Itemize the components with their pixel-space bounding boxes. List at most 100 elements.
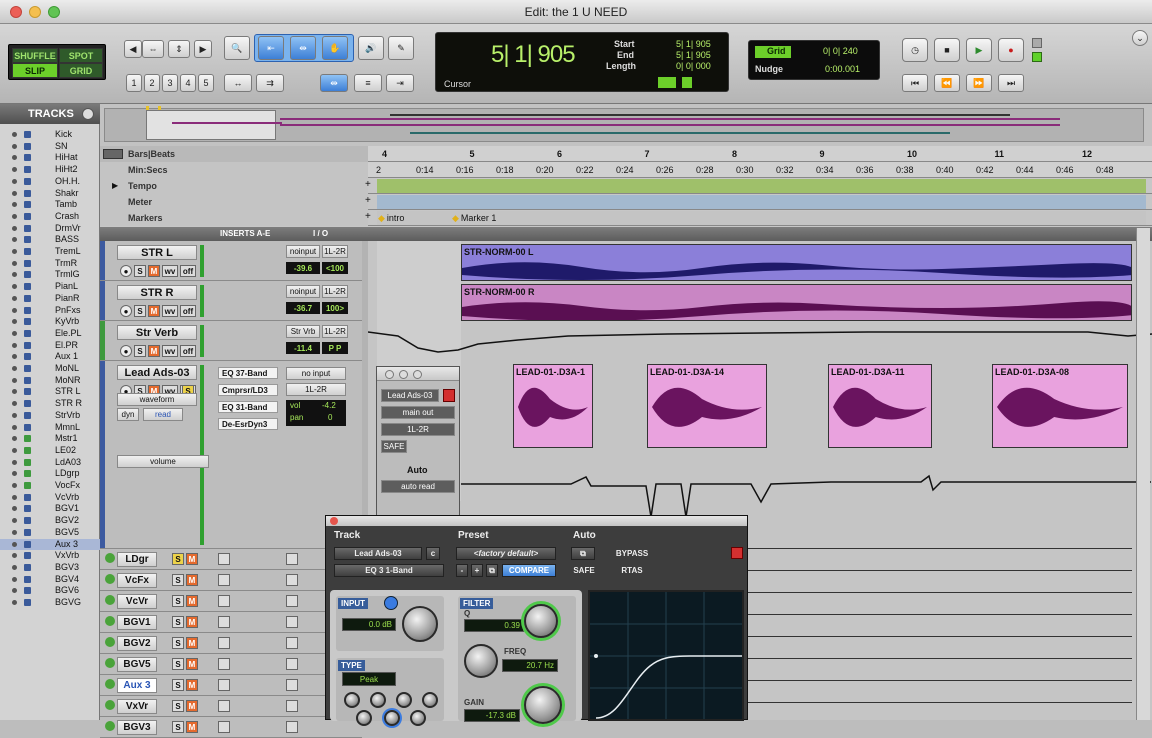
mirror-midi-icon[interactable]: ≡ (354, 74, 382, 92)
visibility-dot-icon[interactable] (12, 576, 17, 582)
visibility-dot-icon[interactable] (12, 518, 17, 524)
visibility-dot-icon[interactable] (12, 377, 17, 383)
visibility-dot-icon[interactable] (12, 471, 17, 477)
gain-value[interactable]: -17.3 dB (464, 709, 520, 722)
track-list-item[interactable]: VcVrb (0, 492, 100, 504)
visibility-dot-icon[interactable] (12, 132, 17, 137)
plugin-record-enable-icon[interactable] (731, 547, 743, 559)
track-list-item[interactable]: SN (0, 141, 100, 153)
nudge-value[interactable]: 0:00.001 (825, 64, 860, 74)
preset-select[interactable]: <factory default> (456, 547, 556, 560)
grid-toggle[interactable]: Grid (755, 46, 791, 58)
track-list-item[interactable]: Crash (0, 211, 100, 223)
plugin-select[interactable]: EQ 3 1-Band (334, 564, 444, 577)
track-list-item[interactable]: BASS (0, 234, 100, 246)
visibility-dot-icon[interactable] (12, 529, 17, 535)
visibility-dot-icon[interactable] (12, 178, 17, 184)
track-list-item[interactable]: TremL (0, 246, 100, 258)
visibility-dot-icon[interactable] (12, 249, 17, 254)
zoom-preset-1[interactable]: 1 (126, 74, 142, 92)
input-knob[interactable] (402, 606, 438, 642)
track-list-item[interactable]: PianR (0, 293, 100, 305)
zoom-icon[interactable] (413, 370, 422, 379)
type-button-1[interactable] (344, 692, 360, 708)
end-value[interactable]: 5| 1| 905 (676, 50, 711, 60)
visibility-dot-icon[interactable] (12, 330, 17, 336)
eq-curve-graph[interactable] (588, 590, 744, 721)
link-track-edit-icon[interactable]: ⇹ (320, 74, 348, 92)
nudge-label[interactable]: Nudge (755, 64, 783, 74)
track-list-item[interactable]: Ele.PL (0, 328, 100, 340)
track-list-item[interactable]: BGV6 (0, 585, 100, 597)
zoom-in-horizontal-button[interactable]: ▶ (194, 40, 212, 58)
visibility-dot-icon[interactable] (12, 342, 17, 348)
type-value[interactable]: Peak (342, 672, 396, 686)
scrubber-tool-icon[interactable]: 🔊 (358, 36, 384, 60)
visibility-dot-icon[interactable] (12, 213, 17, 219)
track-list-item[interactable]: BGV2 (0, 515, 100, 527)
type-button-5[interactable] (356, 710, 372, 726)
track-name[interactable]: BGV3 (117, 720, 157, 735)
visibility-dot-icon[interactable] (12, 553, 17, 559)
insert-a-button[interactable] (218, 721, 230, 733)
q-knob[interactable] (524, 604, 558, 638)
prev-preset-button[interactable]: - (456, 564, 468, 577)
shuffle-mode-button[interactable]: SHUFFLE (12, 48, 58, 63)
type-button-6[interactable] (384, 710, 400, 726)
visibility-dot-icon[interactable] (12, 588, 17, 594)
clip-lead[interactable]: LEAD-01-.D3A-11 (828, 364, 932, 448)
main-counter-value[interactable]: 5| 1| 905 (491, 41, 576, 69)
automation-mode-select[interactable]: auto read (381, 480, 455, 493)
visibility-dot-icon[interactable] (12, 447, 17, 453)
track-list-item[interactable]: BGVG (0, 597, 100, 609)
input-value[interactable]: 0.0 dB (342, 618, 396, 631)
rewind-button[interactable]: ⏪ (934, 74, 960, 92)
visibility-dot-icon[interactable] (12, 494, 17, 500)
track-list-item[interactable]: LDgrp (0, 468, 100, 480)
tab-to-transient-icon[interactable]: ↔ (224, 74, 252, 92)
visibility-dot-icon[interactable] (12, 272, 17, 278)
track-compare-c[interactable]: c (426, 547, 440, 560)
track-select[interactable]: Lead Ads-03 (334, 547, 422, 560)
type-button-3[interactable] (396, 692, 412, 708)
track-list-item[interactable]: Kick (0, 129, 100, 141)
track-list-item[interactable]: TrmR (0, 258, 100, 270)
track-list-item[interactable]: Aux 1 (0, 351, 100, 363)
track-list-item[interactable]: MoNL (0, 363, 100, 375)
track-list-item[interactable]: DrmVr (0, 223, 100, 235)
plugin-settings-icon[interactable]: ⧉ (571, 547, 595, 560)
target-icon[interactable] (443, 389, 455, 402)
track-list-item[interactable]: Tamb (0, 199, 100, 211)
track-list-item[interactable]: LdA03 (0, 457, 100, 469)
visibility-dot-icon[interactable] (12, 354, 17, 360)
track-list-item[interactable]: LE02 (0, 445, 100, 457)
fast-forward-button[interactable]: ⏩ (966, 74, 992, 92)
spot-mode-button[interactable]: SPOT (59, 48, 103, 63)
freq-knob[interactable] (464, 644, 498, 678)
visibility-dot-icon[interactable] (12, 167, 17, 173)
track-list-item[interactable]: Mstr1 (0, 433, 100, 445)
freq-value[interactable]: 20.7 Hz (502, 659, 558, 672)
zoomer-tool-icon[interactable]: 🔍 (224, 36, 250, 60)
compare-button[interactable]: COMPARE (502, 564, 556, 577)
io-button[interactable] (286, 721, 298, 733)
track-list-item[interactable]: MoNR (0, 375, 100, 387)
grid-value[interactable]: 0| 0| 240 (823, 46, 858, 56)
trim-tool-icon[interactable]: ⇤ (258, 36, 284, 60)
audio-zoom-button[interactable]: ⇔ (142, 40, 164, 58)
track-list-item[interactable]: PianL (0, 281, 100, 293)
link-timeline-icon[interactable]: ⇉ (256, 74, 284, 92)
midi-zoom-button[interactable]: ⇕ (168, 40, 190, 58)
midi-input-icon[interactable] (658, 77, 676, 88)
type-button-7[interactable] (410, 710, 426, 726)
visibility-dot-icon[interactable] (12, 436, 17, 442)
clip-lead[interactable]: LEAD-01-.D3A-1 (513, 364, 593, 448)
visibility-dot-icon[interactable] (12, 366, 17, 371)
clip-lead[interactable]: LEAD-01-.D3A-08 (992, 364, 1128, 448)
track-list-item[interactable]: VxVrb (0, 550, 100, 562)
grid-mode-button[interactable]: GRID (59, 63, 103, 78)
pencil-tool-icon[interactable]: ✎ (388, 36, 414, 60)
length-value[interactable]: 0| 0| 000 (676, 61, 711, 71)
type-button-4[interactable] (422, 692, 438, 708)
play-button[interactable]: ▶ (966, 38, 992, 62)
